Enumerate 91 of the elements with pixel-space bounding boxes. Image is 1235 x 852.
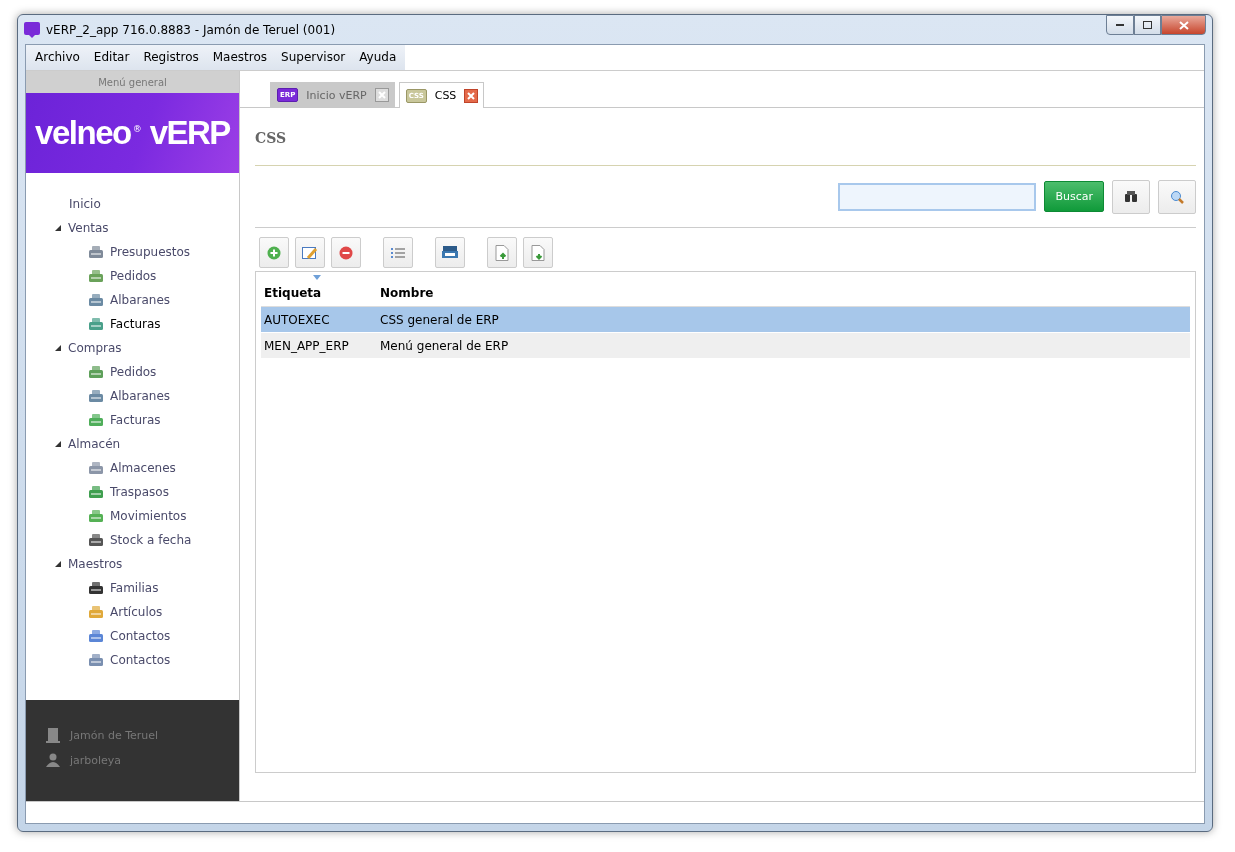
search-icon [1170,189,1184,204]
tree-item[interactable]: Movimientos [110,509,187,523]
item-icon [88,268,104,284]
item-icon [88,316,104,332]
expanded-triangle-icon[interactable] [54,440,62,448]
close-icon[interactable] [464,88,479,103]
item-icon [88,364,104,380]
printer-icon [442,245,458,260]
item-icon [88,412,104,428]
menu-item[interactable]: Registros [136,45,206,70]
close-icon[interactable] [374,88,389,102]
minimize-icon [1116,23,1124,27]
tree-item[interactable]: Artículos [110,605,163,619]
tree-item[interactable]: Compras [68,341,122,355]
delete-button[interactable] [331,237,361,268]
sort-indicator-icon [313,275,321,280]
item-icon [88,388,104,404]
tree-item[interactable]: Albaranes [110,389,171,403]
tree-item[interactable]: Inicio [69,197,101,211]
item-icon [88,244,104,260]
list-icon [391,246,405,259]
table-row[interactable]: AUTOEXEC CSS general de ERP [261,307,1190,333]
list-button[interactable] [383,237,413,268]
logo-text: vERP [149,114,230,152]
tree-item[interactable]: Albaranes [110,293,171,307]
close-icon [1178,20,1189,30]
export-button[interactable] [487,237,517,268]
maximize-icon [1143,21,1152,29]
menu-item[interactable]: Supervisor [274,45,353,70]
tree-item[interactable]: Familias [110,581,159,595]
user-name: jarboleya [70,753,122,767]
table-cell-text: Menú general de ERP [379,338,509,353]
tree-item[interactable]: Pedidos [110,269,157,283]
app-icon [24,21,40,38]
menu-item[interactable]: Editar [86,45,137,70]
column-header[interactable]: Nombre [377,272,434,306]
tree-item[interactable]: Maestros [68,557,123,571]
close-button[interactable] [1161,15,1206,35]
edit-button[interactable] [295,237,325,268]
tree-item[interactable]: Contactos [110,653,171,667]
registered-mark: ® [132,124,142,134]
user-icon [46,753,60,767]
table-cell-text: AUTOEXEC [263,312,331,327]
expanded-triangle-icon[interactable] [54,560,62,568]
tree-item[interactable]: Stock a fecha [110,533,192,547]
item-icon [88,628,104,644]
sidebar-header: Menú general [26,71,239,93]
window-title: vERP_2_app 716.0.8883 - Jamón de Teruel (001) [46,22,337,37]
minus-icon [339,245,353,260]
tree-item[interactable]: Facturas [110,413,161,427]
plus-icon [267,245,281,260]
binoculars-button[interactable] [1112,179,1150,214]
expanded-triangle-icon[interactable] [54,344,62,352]
binoculars-icon [1124,190,1138,203]
menu-item[interactable]: Archivo [28,45,87,70]
item-icon [88,652,104,668]
logo-text: velneo [35,114,131,152]
building-icon [46,727,60,743]
add-button[interactable] [259,237,289,268]
maximize-button[interactable] [1134,15,1161,35]
tree-item[interactable]: Facturas [110,317,161,331]
item-icon [88,604,104,620]
table-cell-text: MEN_APP_ERP [263,338,350,353]
document-up-icon [495,244,509,261]
tree-item[interactable]: Traspasos [110,485,169,499]
item-icon [88,484,104,500]
page-title: CSS [255,130,1196,166]
tree-item[interactable]: Pedidos [110,365,157,379]
item-icon [88,580,104,596]
item-icon [88,292,104,308]
menu-item[interactable]: Ayuda [352,45,404,70]
print-button[interactable] [435,237,465,268]
tree-item[interactable]: Contactos [110,629,171,643]
menu-item[interactable]: Maestros [205,45,275,70]
tree-item[interactable]: Almacenes [110,461,176,475]
table-cell-text: CSS general de ERP [379,312,499,327]
search-field[interactable] [838,182,1037,211]
item-icon [88,508,104,524]
pencil-icon [302,245,318,260]
item-icon [88,460,104,476]
column-header[interactable]: Etiqueta [261,272,377,306]
import-button[interactable] [523,237,553,268]
expanded-triangle-icon[interactable] [54,224,62,232]
tree-item[interactable]: Almacén [68,437,121,451]
company-name: Jamón de Teruel [70,728,159,742]
tree-item[interactable]: Presupuestos [110,245,191,259]
minimize-button[interactable] [1106,15,1134,35]
document-down-icon [531,244,545,261]
table-row[interactable]: MEN_APP_ERP Menú general de ERP [261,333,1190,359]
tree-item[interactable]: Ventas [68,221,109,235]
item-icon [88,532,104,548]
